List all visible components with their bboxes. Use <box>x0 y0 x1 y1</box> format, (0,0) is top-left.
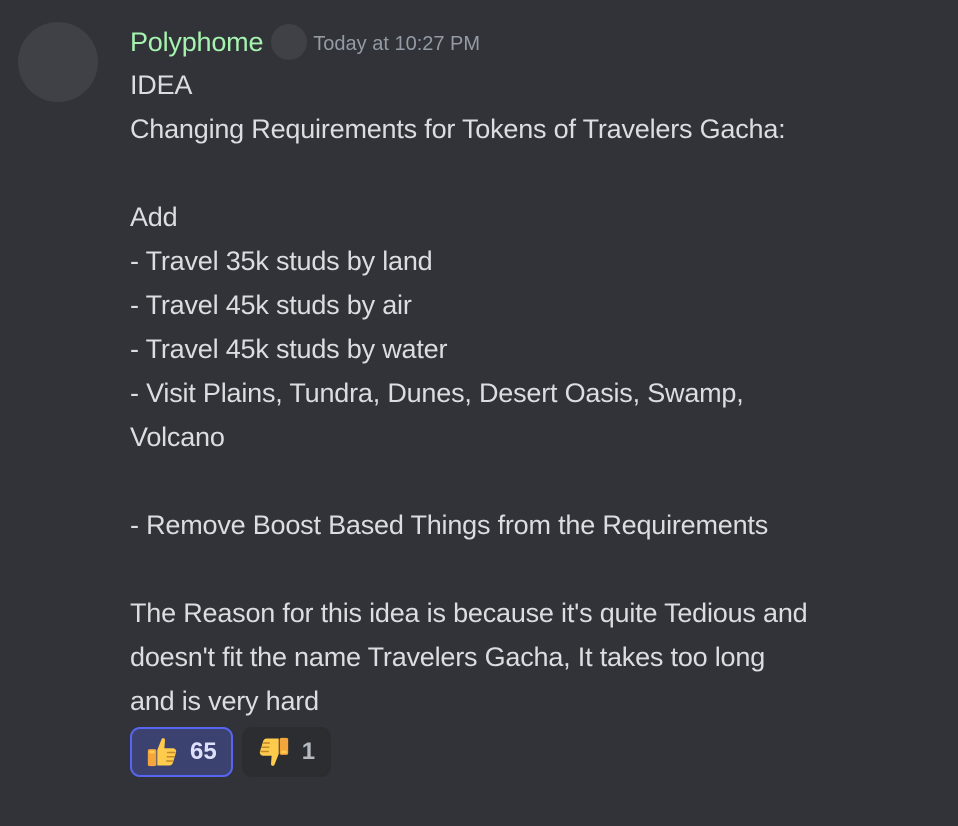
message-line: Add <box>130 202 178 232</box>
timestamp[interactable]: Today at 10:27 PM <box>313 33 480 56</box>
reaction-count: 1 <box>301 738 316 765</box>
thumbs-up-icon <box>144 734 180 770</box>
message-line <box>130 547 930 591</box>
reaction-count: 65 <box>190 738 217 765</box>
reaction-thumbs-down-button[interactable]: 1 <box>241 727 332 777</box>
avatar[interactable] <box>18 22 98 102</box>
message-line: Changing Requirements for Tokens of Trav… <box>130 114 786 144</box>
message-line: Volcano <box>130 422 225 452</box>
message-line: - Remove Boost Based Things from the Req… <box>130 510 769 540</box>
message-line: The Reason for this idea is because it's… <box>130 598 808 628</box>
reaction-thumbs-up-button[interactable]: 65 <box>130 727 233 777</box>
reactions-bar: 65 1 <box>130 727 332 777</box>
thumbs-down-icon <box>256 734 292 770</box>
message-line: and is very hard <box>130 686 319 716</box>
message-line: doesn't fit the name Travelers Gacha, It… <box>130 642 766 672</box>
message-header: Polyphome Today at 10:27 PM <box>130 22 480 62</box>
message-line <box>130 151 930 195</box>
chat-message: Polyphome Today at 10:27 PM IDEA Changin… <box>0 0 958 826</box>
message-line: - Travel 35k studs by land <box>130 246 433 276</box>
username[interactable]: Polyphome <box>130 27 263 58</box>
message-line <box>130 459 930 503</box>
message-line: - Travel 45k studs by air <box>130 290 412 320</box>
message-line: - Travel 45k studs by water <box>130 334 448 364</box>
message-line: IDEA <box>130 70 193 100</box>
message-content: IDEA Changing Requirements for Tokens of… <box>130 63 930 723</box>
role-icon[interactable] <box>271 24 308 60</box>
message-line: - Visit Plains, Tundra, Dunes, Desert Oa… <box>130 378 744 408</box>
